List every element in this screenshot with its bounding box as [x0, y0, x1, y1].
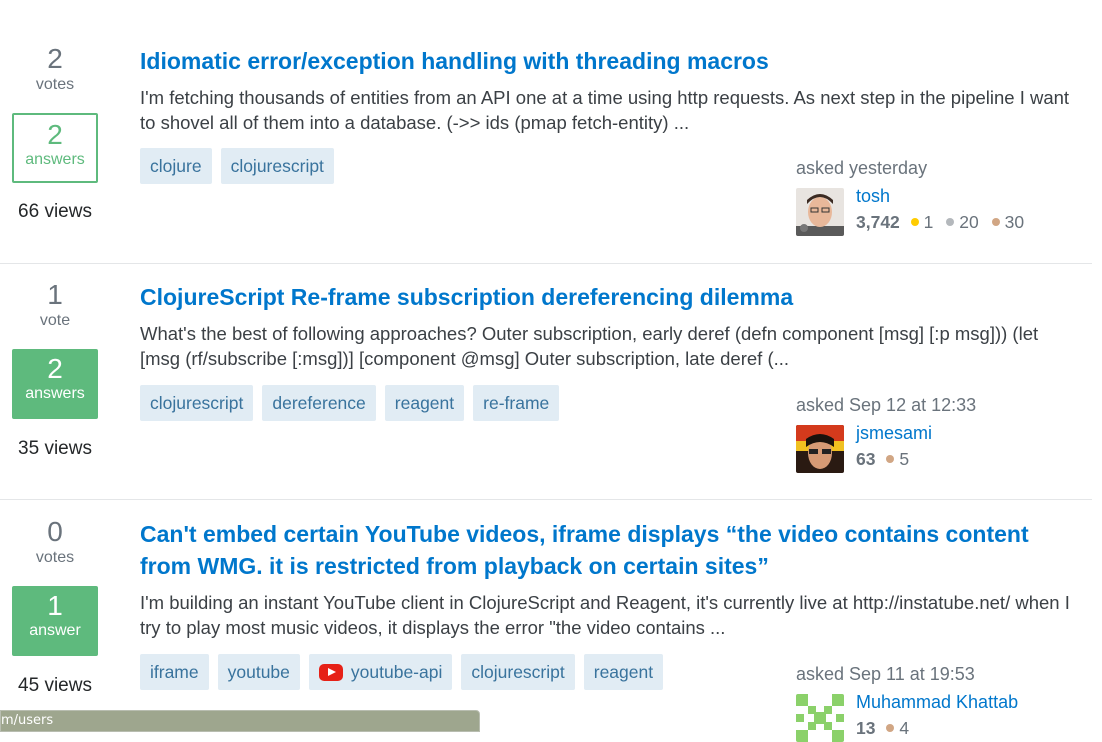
tag-clojurescript[interactable]: clojurescript	[461, 654, 575, 690]
bronze-badge-icon	[886, 724, 895, 732]
answer-count-box: 1 answer	[12, 586, 98, 656]
tag-clojurescript[interactable]: clojurescript	[140, 385, 254, 421]
user-stats: 13 4	[856, 716, 917, 740]
avatar[interactable]	[796, 425, 844, 473]
vote-label: votes	[35, 549, 75, 566]
tag-label: clojurescript	[150, 393, 244, 413]
tag-label: youtube	[227, 662, 290, 682]
view-count: 35 views	[18, 438, 92, 459]
user-stats: 63 5	[856, 447, 917, 471]
bronze-badge-count: 30	[991, 212, 1025, 232]
question-title-link[interactable]: Can't embed certain YouTube videos, ifra…	[140, 518, 1080, 582]
vote-label: vote	[39, 312, 71, 329]
tag-label: re-frame	[483, 393, 550, 413]
question-excerpt: What's the best of following approaches?…	[140, 323, 1039, 369]
vote-count: 2	[47, 43, 63, 74]
asked-time[interactable]: asked Sep 11 at 19:53	[796, 662, 1086, 686]
reputation-score: 13	[856, 718, 876, 738]
tag-youtube[interactable]: youtube	[217, 654, 300, 690]
tag-label: clojurescript	[471, 662, 565, 682]
question-summary: 1 vote 2 answers 35 views ClojureScript …	[0, 264, 1092, 500]
vote-label: votes	[35, 76, 75, 93]
tag-re-frame[interactable]: re-frame	[473, 385, 560, 421]
bronze-badge-icon	[886, 455, 895, 463]
tag-reagent[interactable]: reagent	[384, 385, 465, 421]
answer-label: answer	[29, 622, 81, 639]
badge-count: 20	[959, 212, 979, 232]
question-owner: asked Sep 11 at 19:53 Muhammad Khattab 1…	[796, 662, 1086, 742]
reputation-score: 63	[856, 449, 876, 469]
tag-clojure[interactable]: clojure	[140, 148, 212, 184]
user-name-link[interactable]: tosh	[856, 184, 890, 208]
question-body: ClojureScript Re-frame subscription dere…	[140, 281, 1080, 371]
user-name-link[interactable]: jsmesami	[856, 421, 932, 445]
silver-badge-icon	[946, 218, 955, 226]
answer-count-box: 2 answers	[12, 349, 98, 419]
answer-count: 2	[47, 353, 63, 384]
gold-badge-icon	[910, 218, 919, 226]
tag-clojurescript[interactable]: clojurescript	[220, 148, 334, 184]
question-body: Idiomatic error/exception handling with …	[140, 45, 1080, 135]
answer-label: answers	[25, 385, 85, 402]
tag-youtube-api[interactable]: youtube-api	[308, 654, 453, 690]
tag-label: reagent	[394, 393, 455, 413]
tag-list: clojure clojurescript	[140, 148, 334, 184]
answer-count: 1	[47, 590, 63, 621]
question-body: Can't embed certain YouTube videos, ifra…	[140, 518, 1080, 640]
user-name-link[interactable]: Muhammad Khattab	[856, 690, 1018, 714]
gold-badge-count: 1	[910, 212, 934, 232]
answer-count: 2	[47, 119, 63, 150]
vote-count-block: 2 votes	[0, 44, 110, 96]
tag-iframe[interactable]: iframe	[140, 654, 209, 690]
bronze-badge-count: 5	[886, 449, 909, 469]
badge-count: 5	[899, 449, 910, 469]
user-stats: 3,742 1 20 30	[856, 210, 1032, 234]
tag-label: clojurescript	[230, 156, 324, 176]
vote-count: 0	[47, 516, 63, 547]
vote-count-block: 1 vote	[0, 280, 110, 332]
view-count: 66 views	[18, 201, 92, 222]
vote-count: 1	[47, 279, 63, 310]
tag-label: iframe	[150, 662, 199, 682]
tag-label: youtube-api	[350, 662, 443, 682]
vote-count-block: 0 votes	[0, 517, 110, 569]
reputation-score: 3,742	[856, 212, 900, 232]
avatar[interactable]	[796, 188, 844, 236]
badge-count: 4	[899, 718, 910, 738]
answer-count-box: 2 answers	[12, 113, 98, 183]
answer-label: answers	[25, 151, 85, 168]
tag-label: clojure	[150, 156, 202, 176]
tag-list: clojurescript dereference reagent re-fra…	[140, 385, 560, 421]
badge-count: 1	[923, 212, 934, 232]
asked-time[interactable]: asked Sep 12 at 12:33	[796, 393, 1086, 417]
tag-label: dereference	[272, 393, 366, 413]
question-owner: asked yesterday tosh 3,742 1 20 30	[796, 156, 1086, 236]
question-excerpt: I'm fetching thousands of entities from …	[140, 87, 1070, 133]
question-owner: asked Sep 12 at 12:33 jsmesami 63 5	[796, 393, 1086, 473]
tag-reagent[interactable]: reagent	[583, 654, 664, 690]
browser-status-bar: m/users	[0, 710, 480, 732]
youtube-icon	[318, 663, 343, 681]
silver-badge-count: 20	[946, 212, 979, 232]
bronze-badge-count: 4	[886, 718, 909, 738]
question-summary: 2 votes 2 answers 66 views Idiomatic err…	[0, 0, 1092, 264]
tag-dereference[interactable]: dereference	[262, 385, 376, 421]
bronze-badge-icon	[991, 218, 1000, 226]
view-count: 45 views	[18, 675, 92, 696]
question-title-link[interactable]: Idiomatic error/exception handling with …	[140, 45, 1080, 77]
tag-list: iframe youtube youtube-api clojurescript…	[140, 654, 664, 690]
asked-time[interactable]: asked yesterday	[796, 156, 1086, 180]
question-title-link[interactable]: ClojureScript Re-frame subscription dere…	[140, 281, 1080, 313]
avatar[interactable]	[796, 694, 844, 742]
question-summary: 0 votes 1 answer 45 views Can't embed ce…	[0, 500, 1092, 742]
status-url: m/users	[1, 713, 54, 728]
tag-label: reagent	[593, 662, 654, 682]
badge-count: 30	[1004, 212, 1025, 232]
question-excerpt: I'm building an instant YouTube client i…	[140, 592, 1070, 638]
